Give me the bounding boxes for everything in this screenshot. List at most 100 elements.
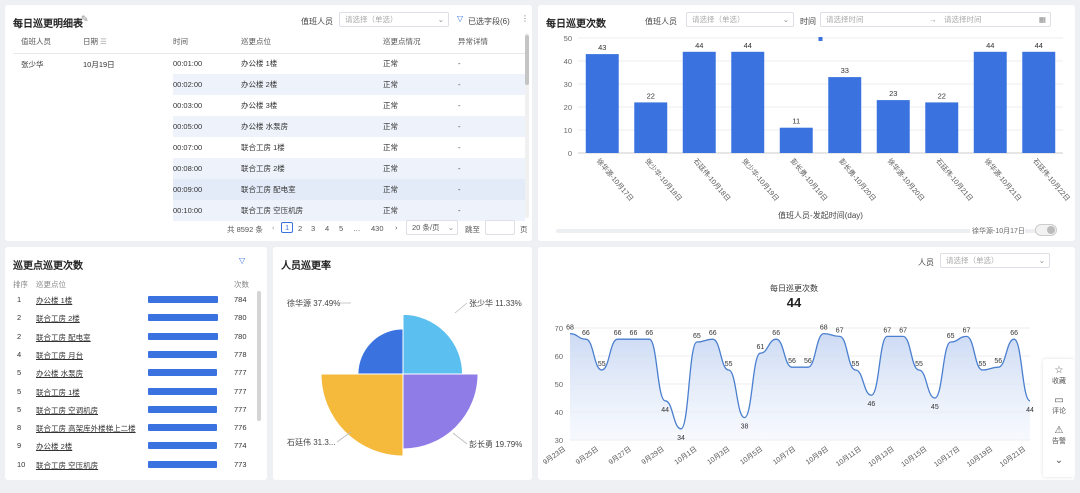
favorite-button[interactable]: ☆ 收藏	[1044, 365, 1074, 386]
filter-icon[interactable]: ▽	[457, 14, 463, 23]
y-tick-label: 0	[568, 149, 572, 158]
x-tick-label: 10月17日	[933, 445, 962, 469]
more-icon[interactable]: ⋮	[521, 14, 529, 23]
table-row: 00:10:00 联合工房 空压机房 正常 -	[13, 200, 525, 221]
data-label: 67	[963, 327, 971, 334]
rank-number: 2	[17, 313, 22, 323]
report-icon: ⚠	[1054, 425, 1064, 436]
rank-value: 778	[234, 349, 247, 359]
data-label: 45	[931, 404, 939, 411]
data-label: 44	[1026, 407, 1034, 414]
point-cell: 联合工房 1楼	[241, 143, 285, 152]
detail-cell: -	[458, 158, 525, 179]
data-label: 23	[889, 89, 897, 98]
area-fill	[570, 333, 1030, 440]
rank-number: 8	[17, 423, 22, 433]
comment-button[interactable]: ▭ 评论	[1044, 395, 1074, 416]
page-ellipsis[interactable]: …	[353, 224, 361, 233]
y-tick-label: 40	[564, 57, 572, 66]
prev-page-button[interactable]: ‹	[272, 223, 275, 232]
duty-person-select[interactable]: 请选择（单选） ⌄	[339, 12, 449, 27]
table-scrollbar[interactable]	[525, 33, 529, 218]
rank-point-name[interactable]: 联合工房 空压机房	[36, 460, 98, 471]
date-range-picker[interactable]: 请选择时间 → 请选择时间 ▦	[820, 12, 1051, 27]
jump-input[interactable]	[485, 220, 515, 235]
filter-icon[interactable]: ▽	[239, 256, 245, 265]
page-3-button[interactable]: 3	[311, 224, 315, 233]
label-leader-line	[452, 432, 468, 445]
next-page-button[interactable]: ›	[395, 223, 398, 232]
page-unit-label: 页	[520, 225, 528, 234]
detail-cell: -	[458, 179, 525, 200]
rank-bar	[148, 387, 218, 395]
page-4-button[interactable]: 4	[325, 224, 329, 233]
x-tick-label: 10月15日	[900, 445, 929, 469]
legend-marker	[818, 37, 823, 41]
point-cell: 联合工房 2楼	[241, 158, 383, 179]
column-header: 巡更点位	[241, 31, 383, 54]
point-cell: 联合工房 空压机房	[241, 200, 383, 221]
point-cell: 联合工房 配电室	[241, 179, 383, 200]
data-label: 67	[883, 327, 891, 334]
rank-bar	[148, 332, 218, 340]
rank-point-name[interactable]: 联合工房 配电室	[36, 332, 91, 343]
end-date-input[interactable]: 请选择时间	[944, 13, 982, 26]
rank-scrollbar[interactable]	[257, 291, 261, 421]
x-tick-label: 9月27日	[607, 445, 633, 466]
data-label: 55	[598, 361, 606, 368]
time-cell: 00:03:00	[173, 101, 203, 110]
edit-icon[interactable]: ✎	[81, 14, 89, 25]
data-label: 56	[788, 358, 796, 365]
data-label: 66	[630, 330, 638, 337]
point-cell: 办公楼 2楼	[241, 74, 383, 95]
pie-label: 彭长勇 19.79%	[469, 439, 522, 449]
rank-point-name[interactable]: 联合工房 1楼	[36, 387, 80, 398]
rank-value: 780	[234, 313, 247, 323]
collapse-button[interactable]: ⌄	[1044, 455, 1074, 466]
rank-bar	[148, 442, 218, 450]
page-2-button[interactable]: 2	[298, 224, 302, 233]
fields-button[interactable]: 已选字段(6)	[468, 16, 510, 27]
page-1-button[interactable]: 1	[281, 222, 294, 233]
x-tick-label: 10月21日	[998, 445, 1027, 469]
comment-icon: ▭	[1054, 395, 1064, 406]
point-cell: 办公楼 水泵房	[241, 116, 383, 137]
rank-number: 1	[17, 295, 22, 304]
x-tick-label: 10月1日	[673, 445, 699, 466]
rank-value: 773	[234, 459, 247, 469]
calendar-icon[interactable]: ▦	[1039, 13, 1046, 26]
trend-panel: 人员 请选择（单选） ⌄ 每日巡更次数 44 30 40 50 60 70 68 66 55 66…	[538, 247, 1075, 480]
start-date-input[interactable]: 请选择时间	[826, 15, 864, 24]
data-label: 66	[582, 330, 590, 337]
report-button[interactable]: ⚠ 告警	[1044, 425, 1074, 446]
page-size-select[interactable]: 20 条/页 ⌄	[406, 220, 458, 235]
page-5-button[interactable]: 5	[339, 224, 343, 233]
rank-number: 2	[17, 331, 22, 341]
x-tick-label: 石廷伟-10月21日	[934, 157, 975, 203]
toggle-switch[interactable]	[1035, 224, 1057, 236]
person-rate-panel: 人员巡更率 徐华源 37.49% 张少华 11.33% 彭长勇 19.79% 石廷伟 …	[273, 247, 532, 480]
rank-point-name[interactable]: 办公楼 1楼	[36, 295, 72, 306]
rank-point-name[interactable]: 联合工房 月台	[36, 350, 83, 361]
rank-point-name[interactable]: 办公楼 水泵房	[36, 368, 83, 379]
rank-point-name[interactable]: 办公楼 2楼	[36, 441, 72, 452]
chevron-down-icon: ⌄	[782, 15, 789, 24]
label-leader-line	[336, 431, 352, 443]
bar	[585, 54, 619, 153]
detail-cell: -	[458, 143, 461, 152]
detail-cell: -	[458, 200, 525, 221]
bar	[925, 102, 959, 153]
rank-point-name[interactable]: 联合工房 空调机房	[36, 405, 98, 416]
duty-person-select[interactable]: 请选择（单选） ⌄	[686, 12, 794, 27]
y-tick-label: 30	[564, 80, 572, 89]
page-last-button[interactable]: 430	[371, 224, 384, 233]
side-action-bar: ☆ 收藏 ▭ 评论 ⚠ 告警 ⌄	[1043, 359, 1075, 477]
pie-label: 石廷伟 31.3...	[287, 437, 335, 447]
sort-icon[interactable]: ☰	[100, 37, 107, 46]
data-label: 44	[744, 41, 752, 50]
rank-point-name[interactable]: 联合工房 高架库外楼梯上二楼	[36, 423, 136, 434]
table-row: 00:07:00 联合工房 1楼 正常 -	[13, 137, 525, 158]
rank-bar	[148, 405, 218, 413]
rank-point-name[interactable]: 联合工房 2楼	[36, 313, 80, 324]
data-label: 33	[841, 66, 849, 75]
